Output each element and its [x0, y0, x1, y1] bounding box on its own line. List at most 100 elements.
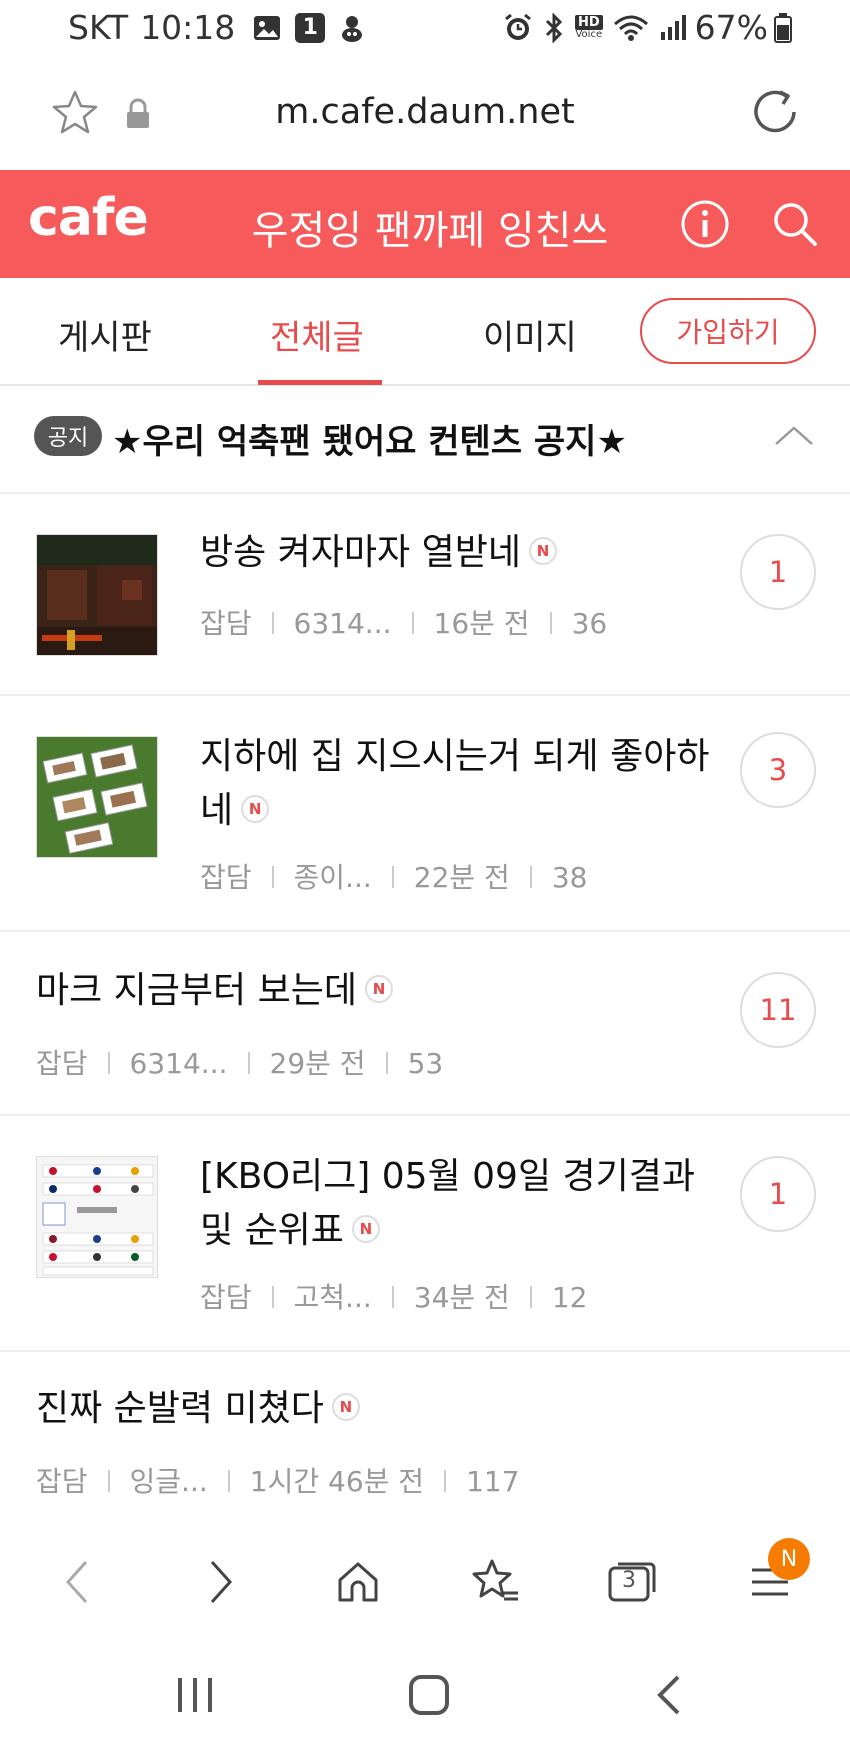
- post-time: 1시간 46분 전: [249, 1465, 425, 1498]
- new-badge: N: [241, 795, 270, 823]
- meta-divider: [444, 1470, 447, 1492]
- post-author: 고척...: [293, 1281, 372, 1314]
- post-author: 6314...: [293, 607, 392, 640]
- alarm-icon: [503, 13, 533, 43]
- new-badge: N: [351, 1215, 380, 1243]
- tabs-count: 3: [622, 1568, 636, 1593]
- post-time: 16분 전: [433, 607, 530, 640]
- home-button-icon[interactable]: [406, 1672, 452, 1718]
- meta-divider: [271, 1286, 274, 1308]
- meta-divider: [271, 866, 274, 888]
- new-badge: N: [331, 1393, 360, 1421]
- tab-board[interactable]: 게시판: [58, 310, 152, 359]
- search-icon[interactable]: [770, 199, 820, 249]
- battery-percent: 67%: [694, 8, 768, 47]
- url-field[interactable]: m.cafe.daum.net: [0, 92, 850, 132]
- meta-divider: [107, 1052, 110, 1074]
- gallery-icon: [253, 15, 281, 41]
- post-time: 29분 전: [269, 1047, 366, 1080]
- post-time: 22분 전: [413, 861, 510, 894]
- battery-icon: [774, 12, 792, 43]
- reload-icon[interactable]: [750, 86, 802, 138]
- post-item[interactable]: 방송 켜자마자 열받네 N 잡담 6314... 16분 전 36 1: [0, 494, 850, 696]
- status-left: SKT 10:18 1: [68, 8, 365, 47]
- clock: 10:18: [140, 8, 236, 47]
- post-title-5[interactable]: 진짜 순발력 미쳤다 N: [36, 1382, 556, 1436]
- notice-text[interactable]: ★우리 억축팬 됐어요 컨텐츠 공지★: [112, 414, 627, 463]
- comment-count-badge[interactable]: 3: [740, 732, 816, 808]
- home-icon[interactable]: [328, 1552, 388, 1612]
- post-title-1[interactable]: 방송 켜자마자 열받네 N: [200, 526, 720, 580]
- post-item[interactable]: 지하에 집 지으시는거 되게 좋아하네 N 잡담 종이... 22분 전 38 3: [0, 696, 850, 932]
- back-arrow-icon[interactable]: [48, 1552, 108, 1612]
- meta-divider: [107, 1470, 110, 1492]
- meta-divider: [411, 612, 414, 634]
- post-title-text: 진짜 순발력 미쳤다: [36, 1388, 324, 1429]
- tab-all-posts[interactable]: 전체글: [270, 310, 364, 359]
- info-icon[interactable]: [680, 199, 730, 249]
- comment-count-badge[interactable]: 1: [740, 534, 816, 610]
- post-thumbnail[interactable]: [36, 736, 158, 858]
- cafe-tabs: 게시판 전체글 이미지 가입하기: [0, 278, 850, 386]
- post-category: 잡담: [36, 1465, 88, 1498]
- post-author: 잉글...: [129, 1465, 208, 1498]
- post-thumbnail[interactable]: [36, 1156, 158, 1278]
- carrier-label: SKT: [68, 8, 129, 47]
- tabs-icon[interactable]: 3: [602, 1552, 662, 1612]
- hd-voice-top: HD: [574, 15, 603, 30]
- post-item[interactable]: 마크 지금부터 보는데 N 잡담 6314... 29분 전 53 11: [0, 932, 850, 1116]
- new-badge: N: [364, 975, 393, 1003]
- post-item[interactable]: 진짜 순발력 미쳤다 N 잡담 잉글... 1시간 46분 전 117: [0, 1352, 850, 1524]
- post-author: 종이...: [293, 861, 372, 894]
- tab-images[interactable]: 이미지: [483, 310, 577, 359]
- post-title-2[interactable]: 지하에 집 지으시는거 되게 좋아하네 N: [200, 730, 720, 838]
- app-notification-icon: [339, 13, 365, 43]
- meta-divider: [385, 1052, 388, 1074]
- post-time: 34분 전: [413, 1281, 510, 1314]
- post-category: 잡담: [200, 607, 252, 640]
- post-views: 38: [551, 861, 588, 894]
- post-views: 36: [571, 607, 608, 640]
- active-tab-indicator: [258, 380, 382, 385]
- wifi-icon: [613, 14, 649, 42]
- android-nav-bar: [0, 1640, 850, 1748]
- bluetooth-icon: [543, 12, 565, 43]
- menu-notification-badge: N: [768, 1538, 810, 1580]
- post-meta: 잡담 잉글... 1시간 46분 전 117: [36, 1460, 520, 1500]
- address-bar: m.cafe.daum.net: [0, 58, 850, 170]
- post-thumbnail[interactable]: [36, 534, 158, 656]
- comment-count-badge[interactable]: 11: [740, 972, 816, 1048]
- post-views: 53: [407, 1047, 444, 1080]
- meta-divider: [247, 1052, 250, 1074]
- post-meta: 잡담 6314... 16분 전 36: [200, 602, 607, 642]
- status-right: HD Voice 67%: [493, 8, 792, 47]
- post-item[interactable]: [KBO리그] 05월 09일 경기결과 및 순위표 N 잡담 고척... 34분 전…: [0, 1116, 850, 1352]
- new-badge: N: [528, 537, 557, 565]
- bookmarks-star-icon[interactable]: [466, 1552, 526, 1612]
- post-category: 잡담: [200, 1281, 252, 1314]
- post-views: 117: [466, 1465, 520, 1498]
- post-category: 잡담: [36, 1047, 88, 1080]
- notice-bar[interactable]: 공지 ★우리 억축팬 됐어요 컨텐츠 공지★: [0, 386, 850, 494]
- post-title-4[interactable]: [KBO리그] 05월 09일 경기결과 및 순위표 N: [200, 1150, 720, 1258]
- chevron-up-icon[interactable]: [772, 420, 816, 450]
- meta-divider: [549, 612, 552, 634]
- meta-divider: [227, 1470, 230, 1492]
- notice-badge: 공지: [34, 416, 102, 456]
- join-button[interactable]: 가입하기: [640, 298, 816, 364]
- recent-apps-icon[interactable]: [170, 1674, 220, 1716]
- browser-toolbar: 3 N: [0, 1524, 850, 1640]
- post-category: 잡담: [200, 861, 252, 894]
- forward-arrow-icon[interactable]: [190, 1552, 250, 1612]
- post-title-3[interactable]: 마크 지금부터 보는데 N: [36, 964, 556, 1018]
- post-author: 6314...: [129, 1047, 228, 1080]
- signal-icon: [659, 14, 687, 42]
- cafe-logo[interactable]: cafe: [28, 188, 149, 248]
- meta-divider: [391, 1286, 394, 1308]
- back-button-icon[interactable]: [650, 1672, 690, 1718]
- comment-count-badge[interactable]: 1: [740, 1156, 816, 1232]
- hd-voice-bottom: Voice: [575, 29, 603, 40]
- cafe-title[interactable]: 우정잉 팬까페 잉친쓰: [200, 198, 660, 256]
- status-bar: SKT 10:18 1 HD Voice 67%: [0, 0, 850, 58]
- meta-divider: [391, 866, 394, 888]
